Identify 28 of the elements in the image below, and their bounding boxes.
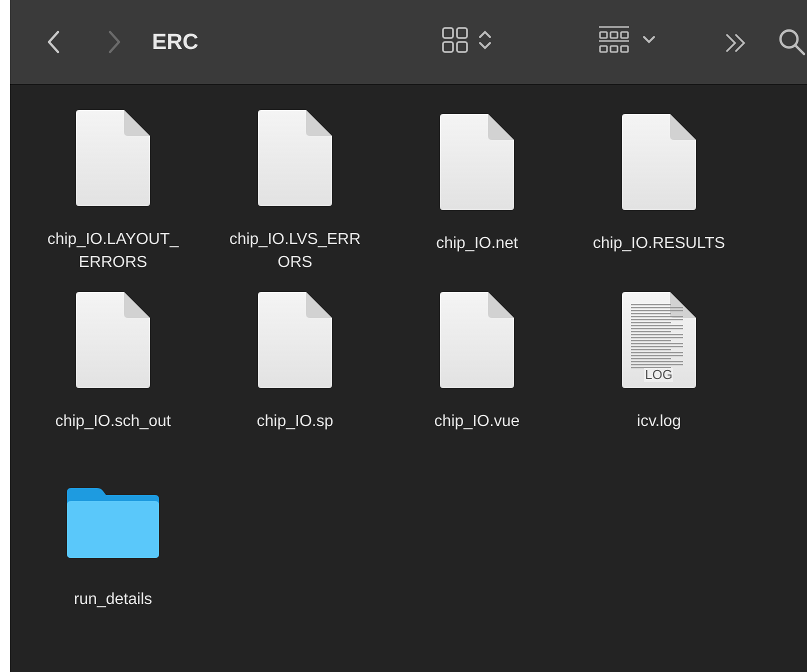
document-icon xyxy=(258,292,332,388)
file-name[interactable]: chip_IO.net xyxy=(436,232,518,255)
document-icon xyxy=(622,292,696,388)
file-type-label: LOG xyxy=(644,368,674,382)
folder-icon xyxy=(67,488,159,558)
file-name[interactable]: chip_IO.sch_out xyxy=(55,410,171,433)
file-name[interactable]: chip_IO.vue xyxy=(434,410,520,433)
document-icon xyxy=(76,110,150,206)
view-mode-button[interactable] xyxy=(442,27,492,53)
chevron-up-down-icon xyxy=(478,29,492,51)
file-name[interactable]: chip_IO.sp xyxy=(256,410,334,433)
file-name[interactable]: chip_IO.LAYOUT_ ERRORS xyxy=(47,228,179,274)
file-name[interactable]: chip_IO.RESULTS xyxy=(592,232,726,255)
file-name[interactable]: chip_IO.LVS_ERR ORS xyxy=(229,228,361,274)
icon-grid-icon xyxy=(442,27,468,53)
group-grid-icon xyxy=(598,25,630,55)
document-icon xyxy=(440,292,514,388)
chevron-down-icon xyxy=(642,35,656,45)
window-title: ERC xyxy=(152,28,198,56)
document-icon xyxy=(76,292,150,388)
file-name[interactable]: run_details xyxy=(74,588,152,611)
file-name[interactable]: icv.log xyxy=(636,410,682,433)
document-icon xyxy=(622,114,696,210)
more-button[interactable] xyxy=(725,33,747,53)
search-button[interactable] xyxy=(778,28,806,56)
document-icon xyxy=(258,110,332,206)
group-button[interactable] xyxy=(598,25,656,55)
document-icon xyxy=(440,114,514,210)
